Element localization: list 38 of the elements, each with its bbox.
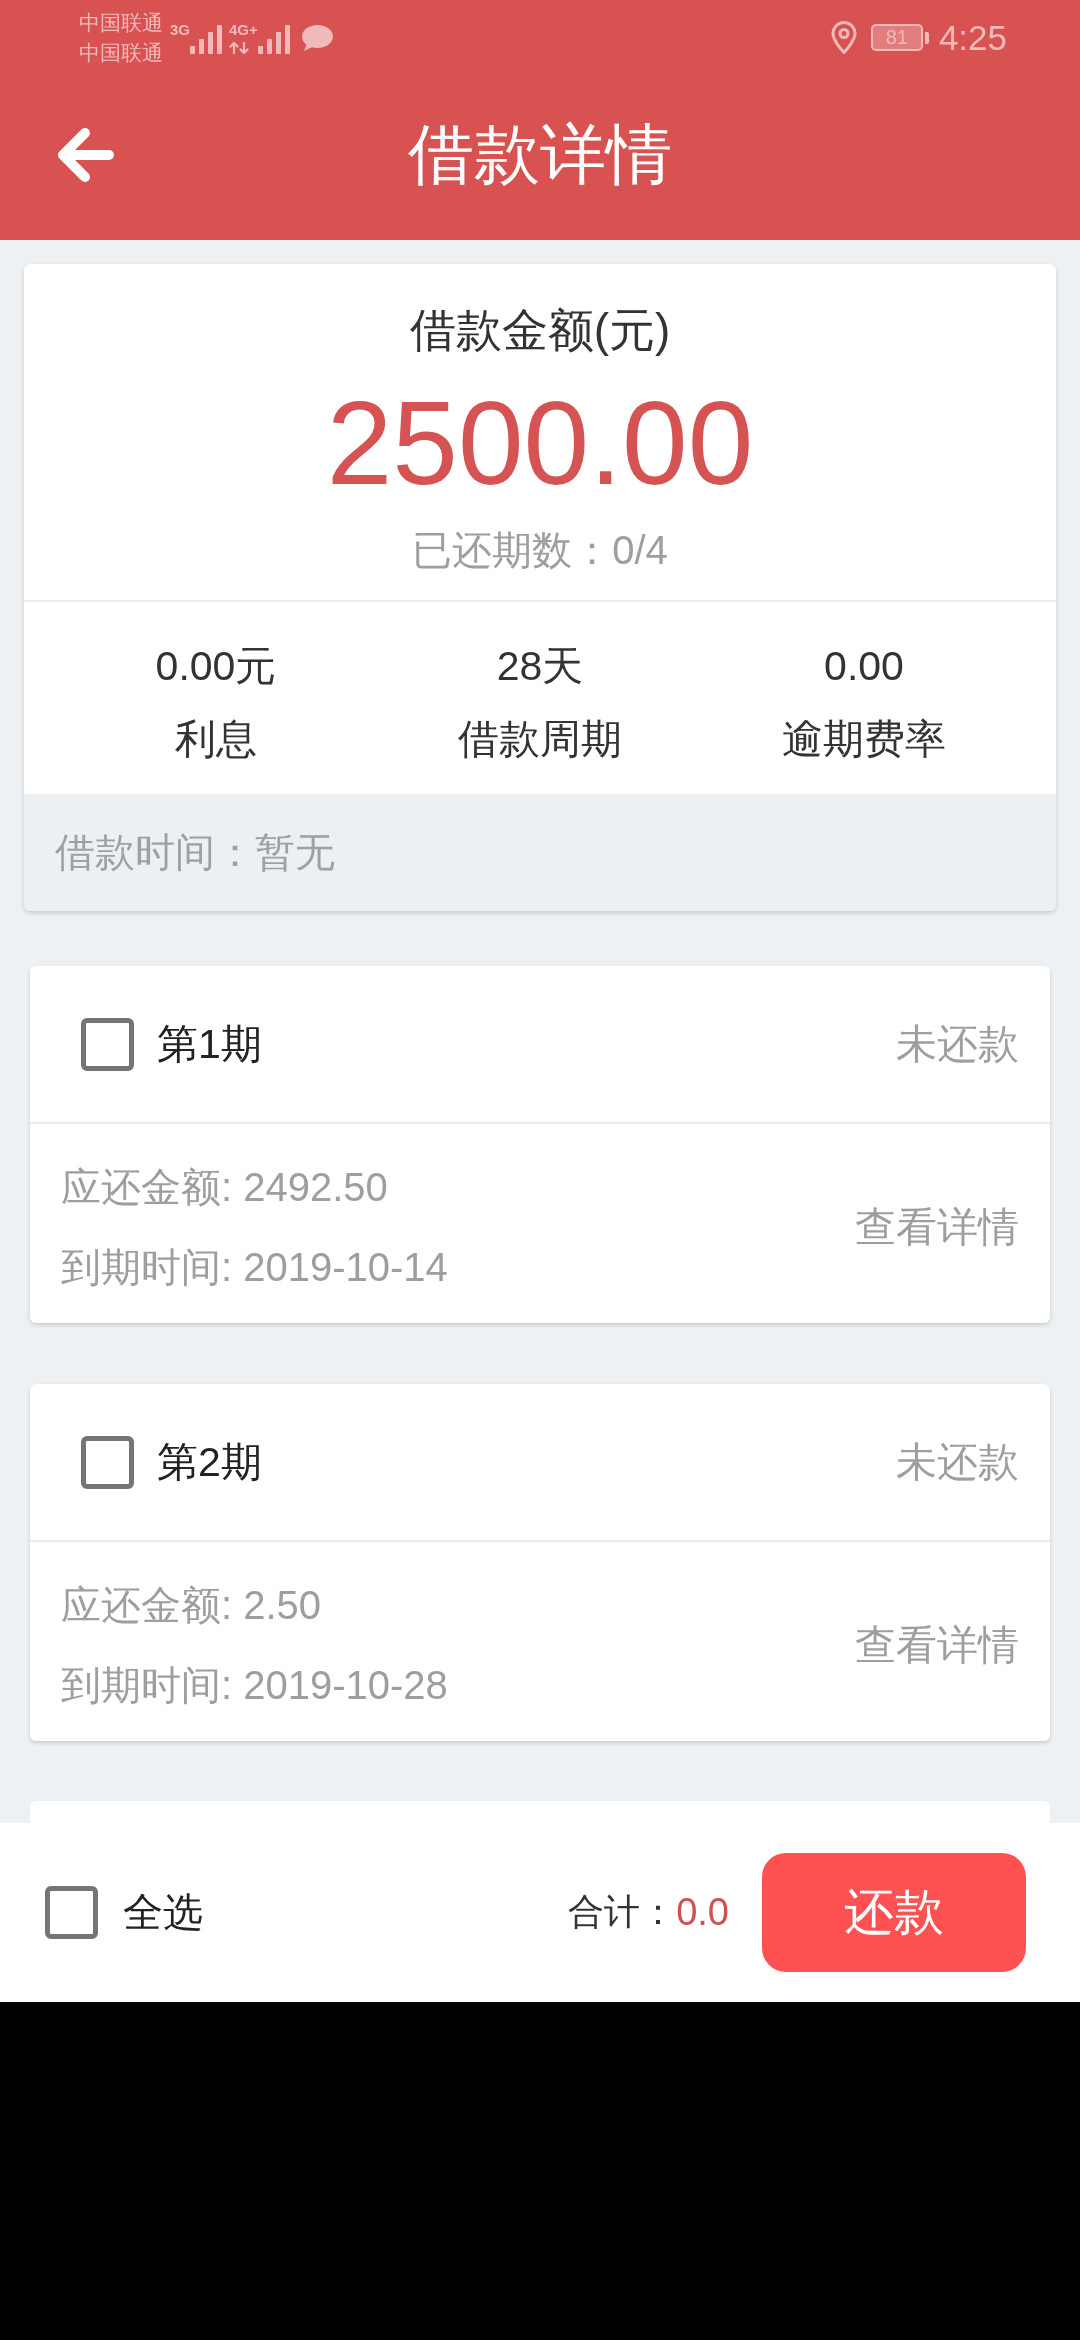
period-title: 第1期 bbox=[157, 1019, 262, 1069]
period-status: 未还款 bbox=[896, 1019, 1019, 1069]
due-date: 到期时间: 2019-10-14 bbox=[61, 1244, 448, 1291]
view-details-link[interactable]: 查看详情 bbox=[855, 1617, 1019, 1673]
amount-label: 借款金额(元) bbox=[409, 303, 671, 358]
network-type: 3G bbox=[170, 21, 190, 38]
view-details-link[interactable]: 查看详情 bbox=[855, 1199, 1019, 1255]
carrier-name: 中国联通 bbox=[79, 9, 163, 36]
total-label: 合计： bbox=[568, 1890, 677, 1934]
checkbox[interactable] bbox=[45, 1886, 98, 1939]
stat-label: 利息 bbox=[175, 715, 257, 764]
loan-amount: 2500.00 bbox=[326, 378, 754, 508]
carrier-name: 中国联通 bbox=[79, 39, 163, 66]
amount-due: 应还金额: 2492.50 bbox=[61, 1164, 389, 1211]
period-title: 第2期 bbox=[157, 1437, 262, 1487]
page-title: 借款详情 bbox=[408, 115, 672, 193]
select-all-label[interactable]: 全选 bbox=[123, 1885, 203, 1940]
repaid-periods: 已还期数：0/4 bbox=[412, 527, 668, 574]
total-value: 0.0 bbox=[676, 1891, 729, 1934]
signal-icon bbox=[190, 24, 222, 54]
network-type: 4G+ bbox=[229, 21, 258, 38]
signal-icon bbox=[257, 24, 290, 54]
amount-due: 应还金额: 2.50 bbox=[61, 1582, 323, 1629]
stat-value: 28天 bbox=[496, 642, 584, 691]
location-pin-icon bbox=[830, 21, 857, 54]
checkbox[interactable] bbox=[81, 1435, 134, 1489]
repay-button[interactable]: 还款 bbox=[762, 1853, 1026, 1972]
stat-value: 0.00 bbox=[824, 642, 904, 691]
stat-value: 0.00元 bbox=[155, 642, 277, 691]
due-date: 到期时间: 2019-10-28 bbox=[61, 1662, 448, 1709]
period-status: 未还款 bbox=[896, 1437, 1019, 1487]
checkbox[interactable] bbox=[81, 1017, 134, 1071]
stat-label: 逾期费率 bbox=[782, 715, 946, 764]
data-activity-icon bbox=[229, 41, 251, 54]
clock-time: 4:25 bbox=[938, 17, 1007, 58]
loan-time: 借款时间：暂无 bbox=[24, 794, 1056, 911]
stat-label: 借款周期 bbox=[458, 715, 622, 764]
message-icon bbox=[300, 23, 334, 52]
